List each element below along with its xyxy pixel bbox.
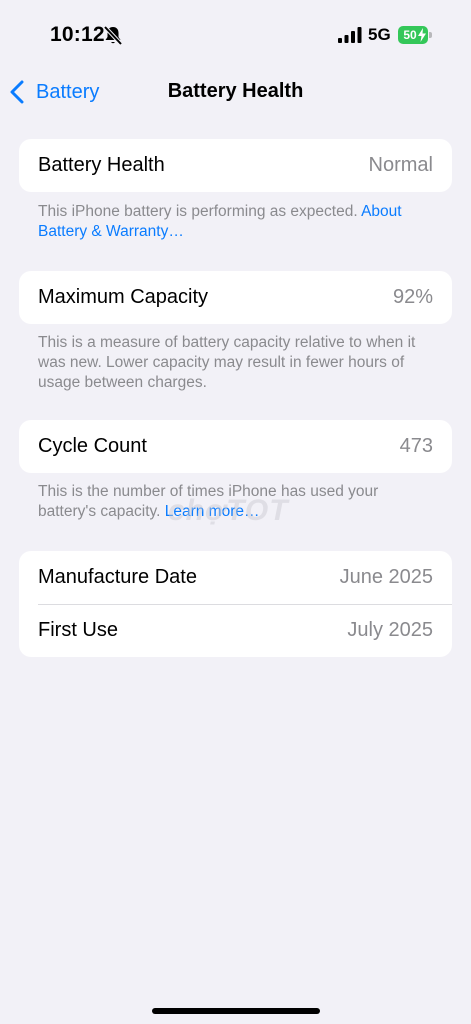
dates-group: Manufacture Date June 2025 First Use Jul… — [19, 551, 452, 657]
battery-health-footer: This iPhone battery is performing as exp… — [38, 202, 438, 242]
maximum-capacity-footer: This is a measure of battery capacity re… — [38, 334, 416, 391]
battery-health-group: Battery Health Normal — [19, 139, 452, 192]
first-use-label: First Use — [38, 619, 118, 641]
cycle-count-row: Cycle Count 473 — [19, 420, 452, 473]
home-indicator[interactable] — [152, 1008, 320, 1014]
first-use-value: July 2025 — [347, 619, 433, 641]
battery-health-row: Battery Health Normal — [19, 139, 452, 192]
network-type: 5G — [368, 25, 391, 44]
battery-health-label: Battery Health — [38, 154, 165, 176]
manufacture-date-value: June 2025 — [339, 566, 433, 588]
battery-health-footer-text: This iPhone battery is performing as exp… — [38, 203, 362, 220]
navigation-bar: Battery Battery Health — [0, 70, 471, 114]
battery-health-screen: 10:12 5G 50 Battery Battery Health Batte… — [0, 0, 471, 1024]
maximum-capacity-group: Maximum Capacity 92% — [19, 271, 452, 324]
first-use-row: First Use July 2025 — [19, 604, 452, 657]
maximum-capacity-row: Maximum Capacity 92% — [19, 271, 452, 324]
cycle-count-value: 473 — [399, 435, 433, 457]
status-bar: 10:12 5G 50 — [0, 0, 471, 70]
cycle-count-label: Cycle Count — [38, 435, 147, 457]
maximum-capacity-label: Maximum Capacity — [38, 286, 209, 308]
battery-status-icon: 50 — [398, 26, 432, 44]
battery-cap — [429, 32, 432, 38]
watermark: chợTOT — [168, 494, 289, 527]
status-time: 10:12 — [50, 23, 105, 46]
silent-bell-icon — [103, 25, 123, 46]
page-title: Battery Health — [167, 80, 304, 102]
charging-bolt-icon — [418, 28, 426, 42]
manufacture-date-row: Manufacture Date June 2025 — [19, 551, 452, 604]
cellular-signal-icon — [338, 27, 362, 43]
cycle-count-group: Cycle Count 473 — [19, 420, 452, 473]
maximum-capacity-value: 92% — [392, 286, 433, 308]
manufacture-date-label: Manufacture Date — [38, 566, 197, 588]
battery-health-value: Normal — [368, 154, 433, 176]
